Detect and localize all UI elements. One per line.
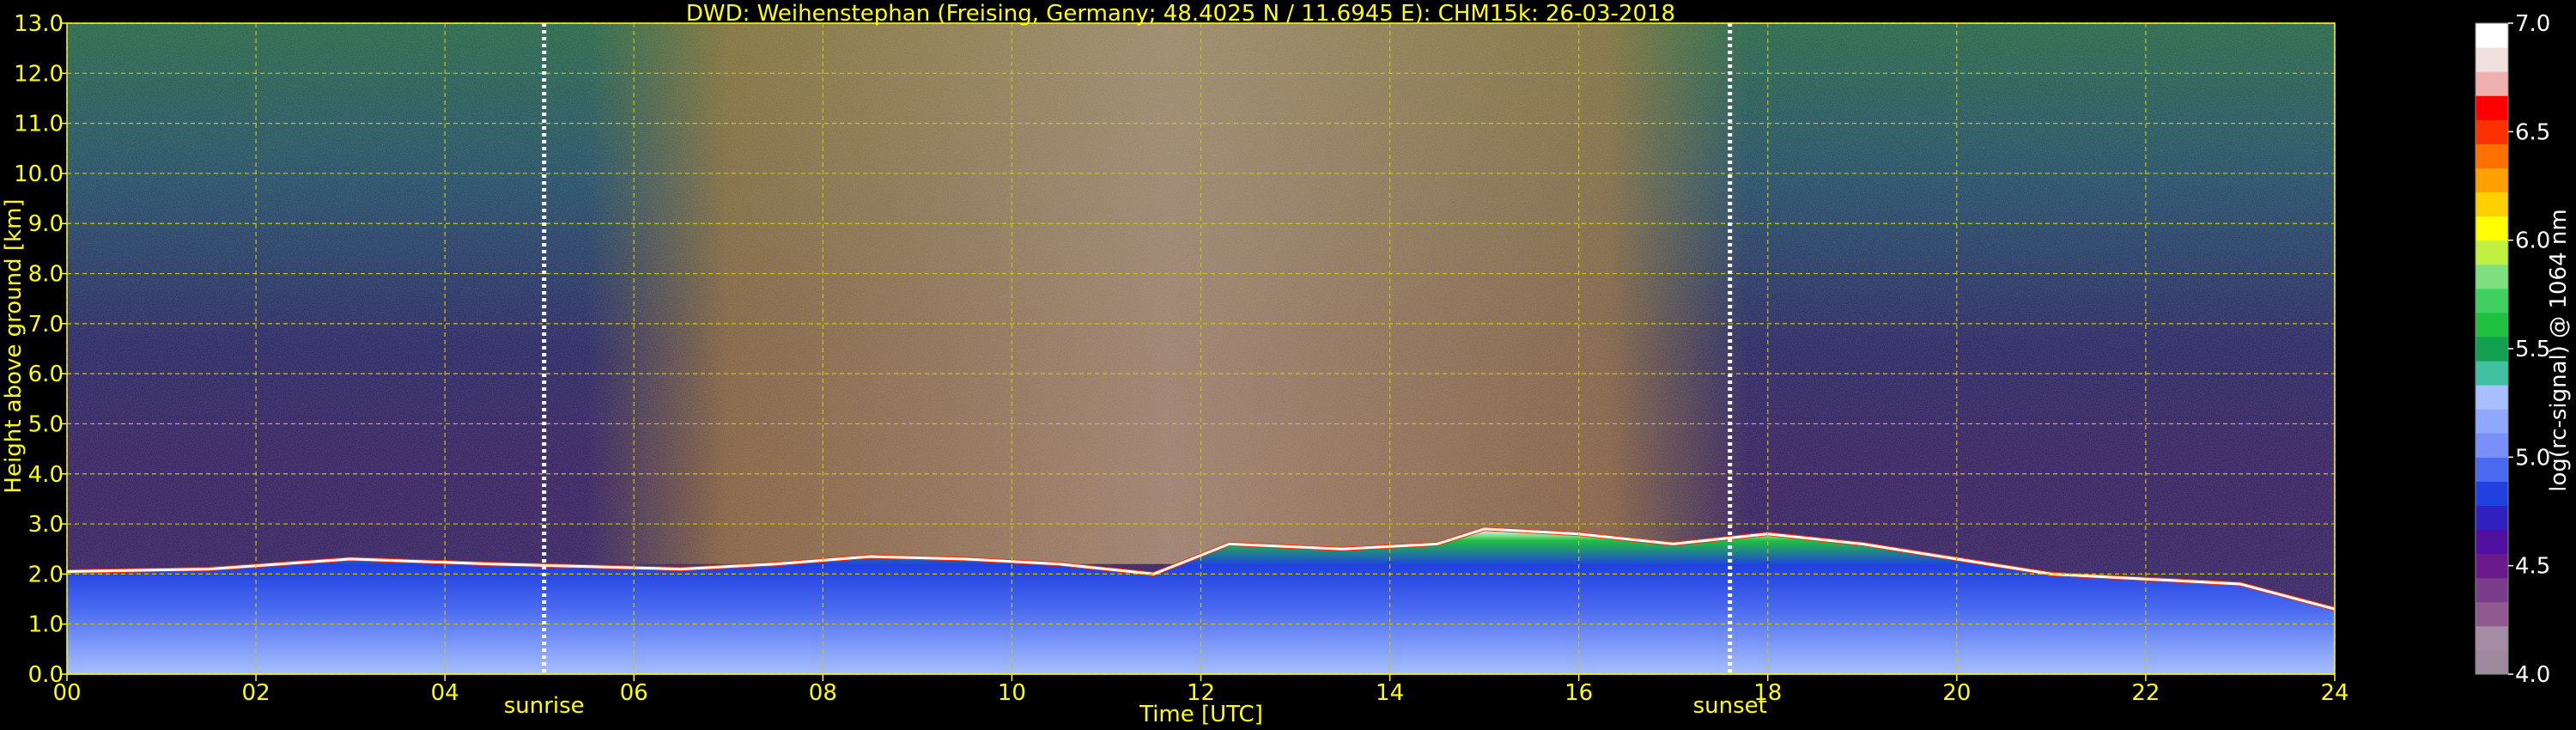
colorbar-label: log(rc-signal) @ 1064 nm	[2546, 209, 2572, 491]
y-tick-label: 2.0	[28, 562, 64, 587]
x-tick-label: 16	[1564, 680, 1593, 706]
colorbar-segment	[2476, 529, 2508, 555]
colorbar-segment	[2476, 361, 2508, 386]
y-tick-label: 12.0	[14, 61, 64, 87]
colorbar-segment	[2476, 143, 2508, 168]
colorbar-segment	[2476, 433, 2508, 458]
y-tick-label: 8.0	[28, 262, 64, 288]
y-tick-label: 13.0	[14, 11, 64, 37]
colorbar-tick-label: 7.0	[2515, 11, 2550, 37]
colorbar-segment	[2476, 312, 2508, 338]
x-tick-label: 14	[1376, 680, 1404, 706]
colorbar-segment	[2476, 457, 2508, 482]
colorbar-segment	[2476, 119, 2508, 144]
colorbar-segment	[2476, 192, 2508, 217]
colorbar-segment	[2476, 601, 2508, 627]
y-tick-label: 7.0	[28, 312, 64, 338]
colorbar-segment	[2476, 649, 2508, 675]
chart-title: DWD: Weihenstephan (Freising, Germany; 4…	[686, 1, 1675, 27]
colorbar-segment	[2476, 240, 2508, 265]
x-tick-label: 02	[242, 680, 270, 706]
x-tick-label: 18	[1753, 680, 1782, 706]
colorbar-segment	[2476, 577, 2508, 603]
x-axis-label: Time [UTC]	[1139, 702, 1263, 727]
x-tick-label: 08	[809, 680, 837, 706]
colorbar: 4.04.55.05.56.06.57.0	[2475, 11, 2550, 688]
y-tick-label: 3.0	[28, 512, 64, 538]
colorbar-segment	[2476, 385, 2508, 410]
y-tick-label: 4.0	[28, 462, 64, 488]
x-tick-label: 04	[431, 680, 459, 706]
colorbar-tick-label: 4.5	[2515, 554, 2550, 580]
colorbar-segment	[2476, 481, 2508, 506]
colorbar-segment	[2476, 23, 2508, 48]
colorbar-segment	[2476, 505, 2508, 531]
sunrise-label: sunrise	[504, 693, 585, 719]
y-axis-label: Height above ground [km]	[1, 198, 27, 493]
colorbar-segment	[2476, 625, 2508, 651]
colorbar-segment	[2476, 288, 2508, 313]
colorbar-tick-label: 6.5	[2515, 119, 2550, 145]
y-tick-label: 11.0	[14, 112, 64, 137]
y-tick-label: 5.0	[28, 411, 64, 437]
colorbar-segment	[2476, 553, 2508, 579]
colorbar-segment	[2476, 409, 2508, 434]
y-tick-label: 0.0	[28, 662, 64, 688]
y-tick-label: 1.0	[28, 612, 64, 638]
x-tick-label: 22	[2131, 680, 2160, 706]
x-tick-label: 24	[2320, 680, 2348, 706]
colorbar-tick-label: 4.0	[2515, 662, 2550, 688]
colorbar-segment	[2476, 71, 2508, 96]
colorbar-segment	[2476, 216, 2508, 241]
colorbar-segment	[2476, 47, 2508, 72]
y-tick-label: 6.0	[28, 362, 64, 387]
colorbar-segment	[2476, 264, 2508, 289]
y-tick-label: 10.0	[14, 161, 64, 187]
colorbar-segment	[2476, 167, 2508, 193]
colorbar-segment	[2476, 95, 2508, 120]
x-tick-label: 20	[1942, 680, 1971, 706]
ceilometer-chart: sunrise sunset 00 02 04 06 08 10 12 14 16 18 20 22 24…	[1, 1, 2572, 727]
y-tick-label: 9.0	[28, 211, 64, 237]
colorbar-segment	[2476, 336, 2508, 362]
x-tick-label: 10	[998, 680, 1026, 706]
x-tick-label: 06	[620, 680, 648, 706]
